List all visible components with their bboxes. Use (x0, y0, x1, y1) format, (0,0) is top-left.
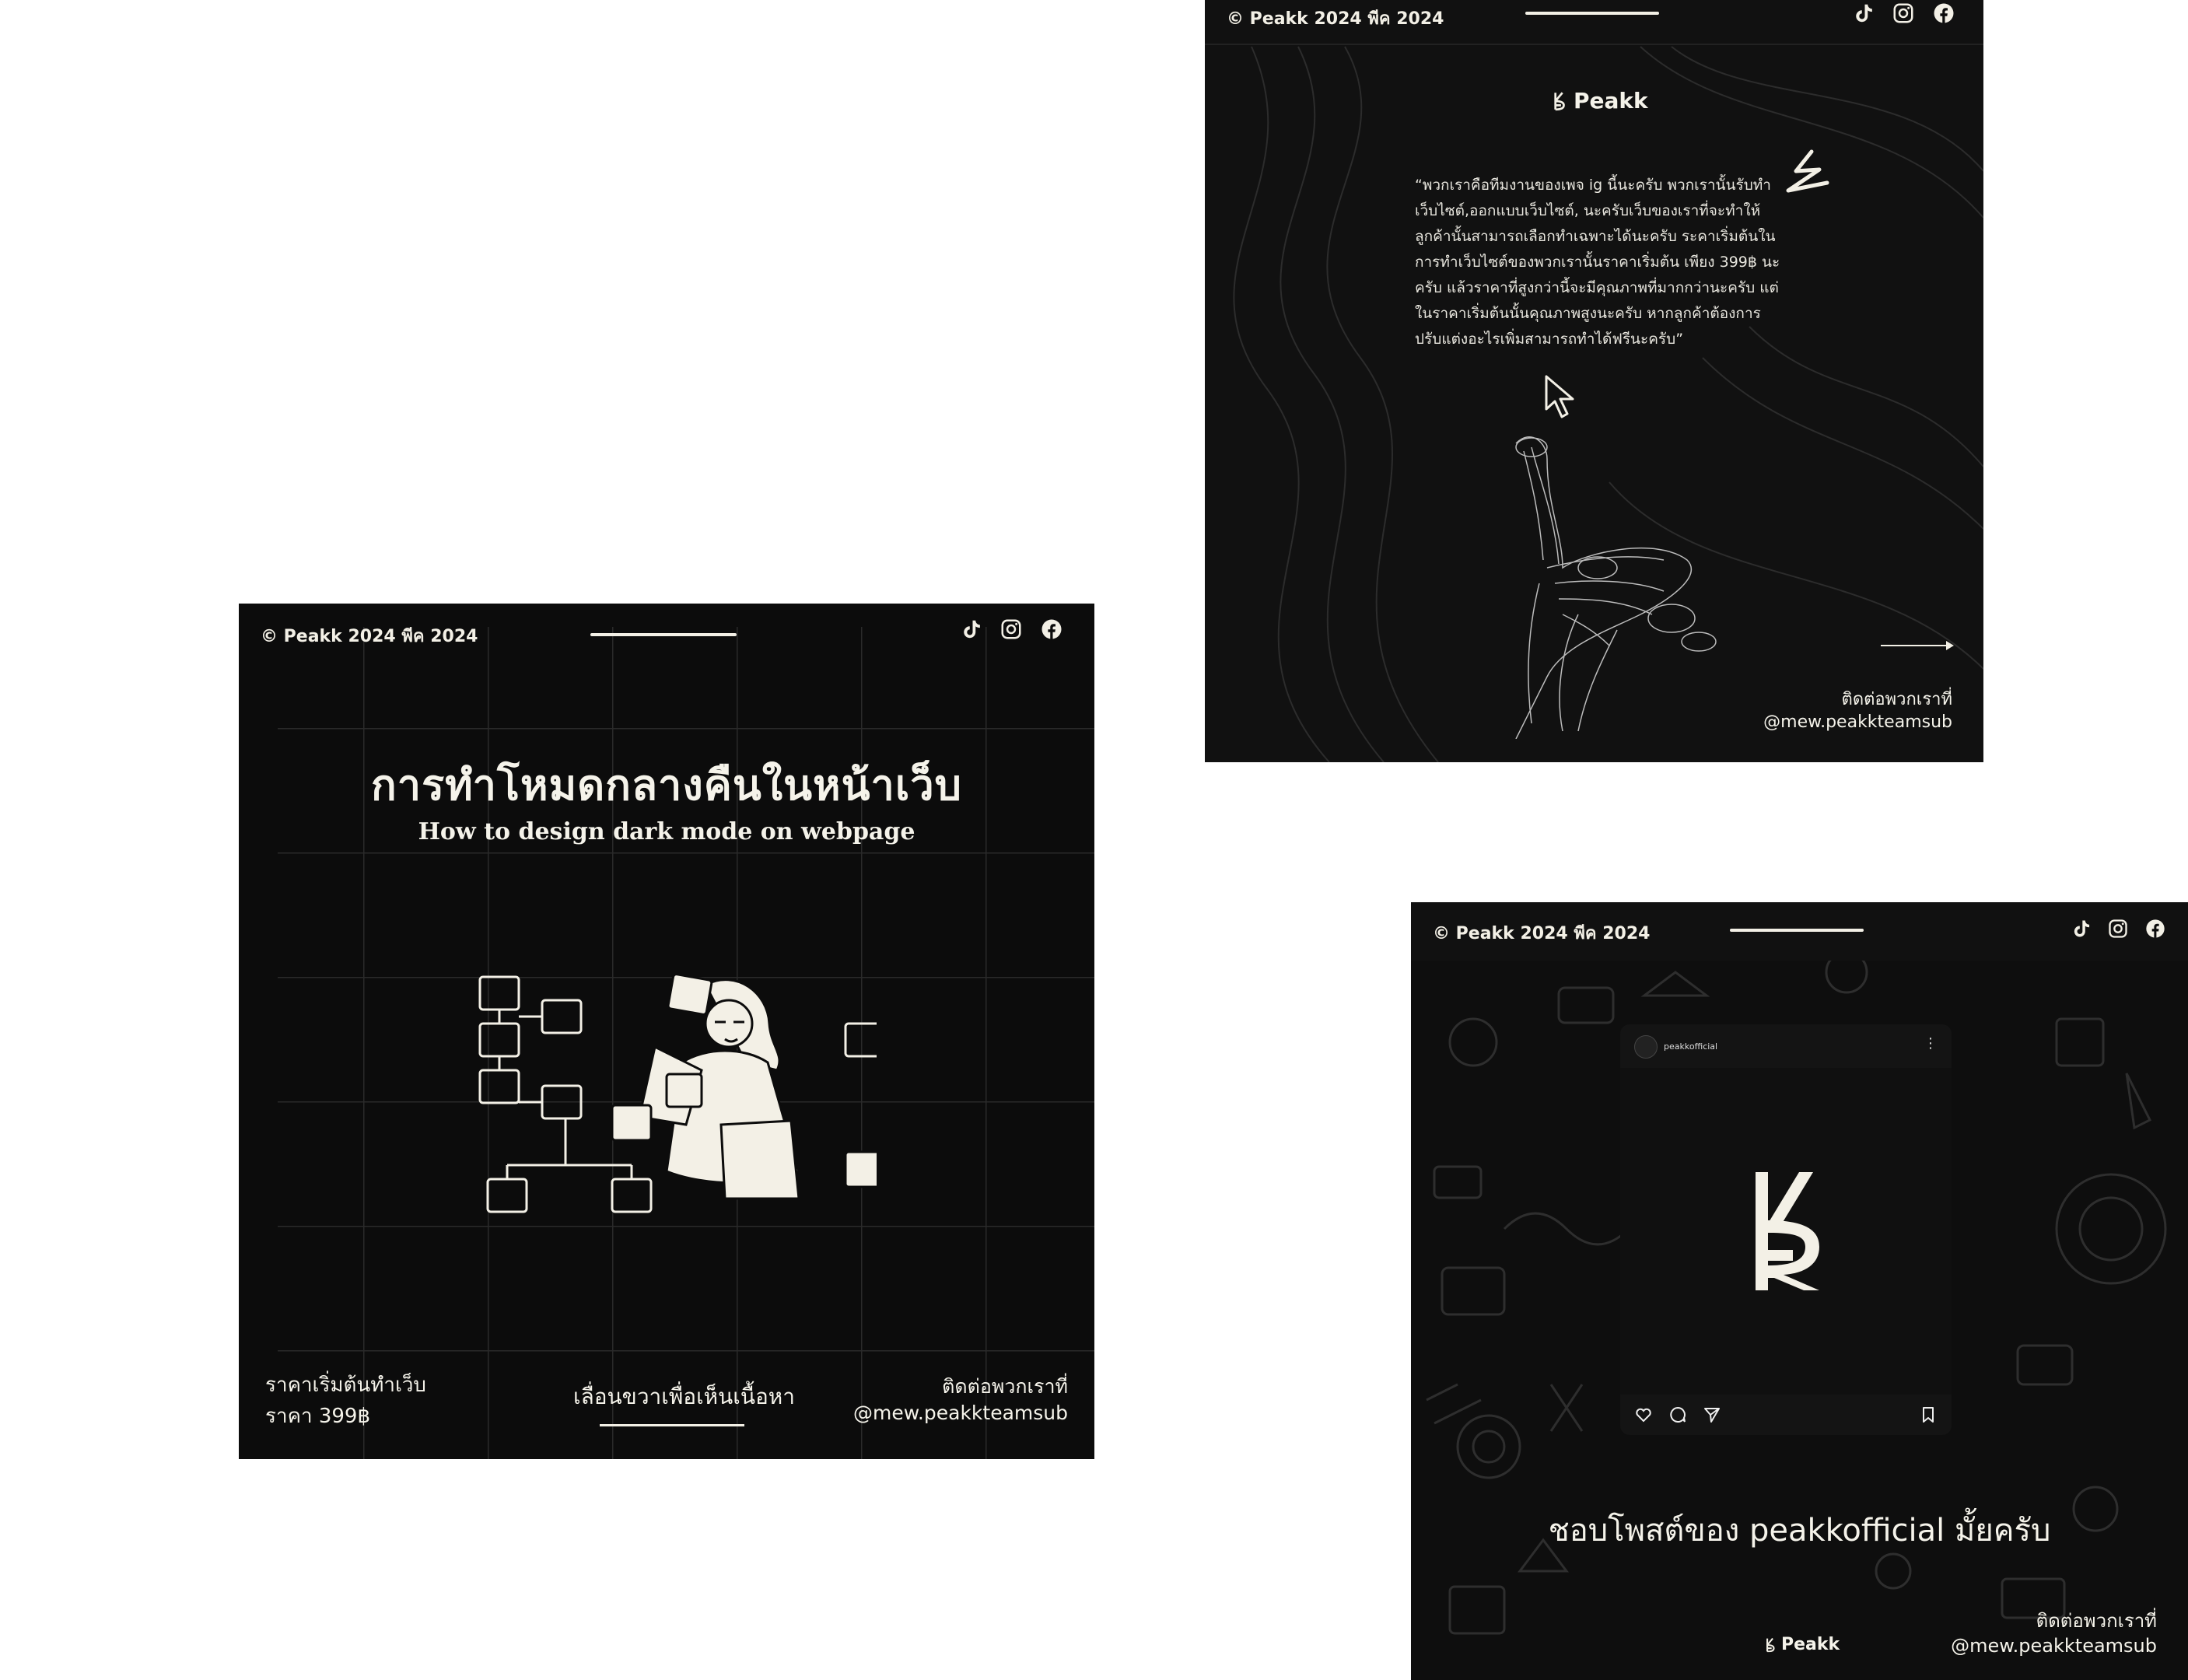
peakk-logo-icon (1766, 1637, 1777, 1653)
swipe-underline (600, 1424, 744, 1426)
next-arrow[interactable] (1881, 641, 1954, 650)
facebook-icon[interactable] (1040, 618, 1063, 641)
contact-info: ติดต่อพวกเราที่ @mew.peakkteamsub (1951, 1608, 2157, 1658)
quote-text: “พวกเราคือทีมงานของเพจ ig นี้นะครับ พวกเ… (1415, 177, 1780, 348)
card-header: © Peakk 2024 พีค 2024 (239, 604, 1094, 666)
contact-label: ติดต่อพวกเราที่ (1841, 690, 1952, 709)
quote-post-card: © Peakk 2024 พีค 2024 Peakk “พวกเราคือที… (1205, 0, 1983, 762)
instagram-icon[interactable] (999, 618, 1023, 641)
tiktok-icon[interactable] (1851, 2, 1875, 25)
copyright-text: © Peakk 2024 พีค 2024 (1433, 924, 1651, 943)
post-image (1620, 1068, 1952, 1395)
tiktok-icon[interactable] (2070, 918, 2092, 940)
instagram-icon[interactable] (2107, 918, 2129, 940)
copyright-text: © Peakk 2024 พีค 2024 (1227, 9, 1444, 29)
peakk-logo-icon (1553, 91, 1567, 111)
contact-handle[interactable]: @mew.peakkteamsub (1763, 711, 1952, 733)
instagram-post-card: © Peakk 2024 พีค 2024 peakkofficial ⋮ ชอ… (1411, 902, 2188, 1680)
post-title: การทำโหมดกลางคืนในหน้าเว็บ (371, 760, 962, 810)
header-divider (590, 633, 737, 636)
peakk-logo: Peakk (1553, 88, 1648, 114)
header-divider (1525, 12, 1659, 15)
facebook-icon[interactable] (1932, 2, 1955, 25)
send-icon[interactable] (1703, 1405, 1721, 1424)
contact-info: ติดต่อพวกเราที่ @mew.peakkteamsub (1763, 688, 1952, 733)
post-subtitle: How to design dark mode on webpage (418, 818, 915, 845)
header-divider (1730, 929, 1864, 932)
more-icon[interactable]: ⋮ (1924, 1035, 1938, 1052)
instagram-post[interactable]: peakkofficial ⋮ (1620, 1024, 1952, 1435)
post-username[interactable]: peakkofficial (1664, 1041, 1717, 1052)
contact-label: ติดต่อพวกเราที่ (942, 1375, 1068, 1398)
dark-mode-post-card: © Peakk 2024 พีค 2024 การทำโหมดกลางคืนใน… (239, 604, 1094, 1459)
peakk-logo-mark (1756, 1172, 1819, 1290)
price-line-1: ราคาเริ่มต้นทำเว็บ (265, 1374, 426, 1397)
swipe-hint[interactable]: เลื่อนขวาเพื่อเห็นเนื้อหา (573, 1380, 795, 1414)
peakk-logo: Peakk (1766, 1635, 1840, 1654)
comment-icon[interactable] (1668, 1405, 1687, 1424)
price-info: ราคาเริ่มต้นทำเว็บ ราคา 399฿ (265, 1370, 426, 1432)
wireframe-hand-illustration (1515, 436, 1717, 739)
copyright-text: © Peakk 2024 พีค 2024 (261, 627, 478, 646)
social-links (2070, 918, 2166, 940)
price-line-2: ราคา 399฿ (265, 1405, 370, 1428)
logo-text: Peakk (1781, 1635, 1840, 1654)
tiktok-icon[interactable] (959, 618, 982, 641)
card-header: © Peakk 2024 พีค 2024 (1411, 902, 2188, 961)
cursor-icon (1545, 375, 1574, 418)
heart-icon[interactable] (1634, 1405, 1653, 1424)
bookmark-icon[interactable] (1919, 1405, 1938, 1424)
contact-handle[interactable]: @mew.peakkteamsub (1951, 1633, 2157, 1658)
avatar[interactable] (1634, 1035, 1658, 1059)
call-to-action: ชอบโพสต์ของ peakkofficial มั้ยครับ (1548, 1513, 2051, 1549)
designer-illustration (478, 973, 877, 1213)
facebook-icon[interactable] (2144, 918, 2166, 940)
logo-text: Peakk (1574, 88, 1648, 114)
contact-info: ติดต่อพวกเราที่ @mew.peakkteamsub (853, 1374, 1068, 1426)
social-links (1851, 2, 1955, 25)
card-header: © Peakk 2024 พีค 2024 (1205, 0, 1983, 45)
contact-handle[interactable]: @mew.peakkteamsub (853, 1400, 1068, 1426)
contact-label: ติดต่อพวกเราที่ (2036, 1610, 2157, 1632)
social-links (959, 618, 1063, 641)
instagram-icon[interactable] (1892, 2, 1915, 25)
scribble-icon (1786, 149, 1829, 193)
